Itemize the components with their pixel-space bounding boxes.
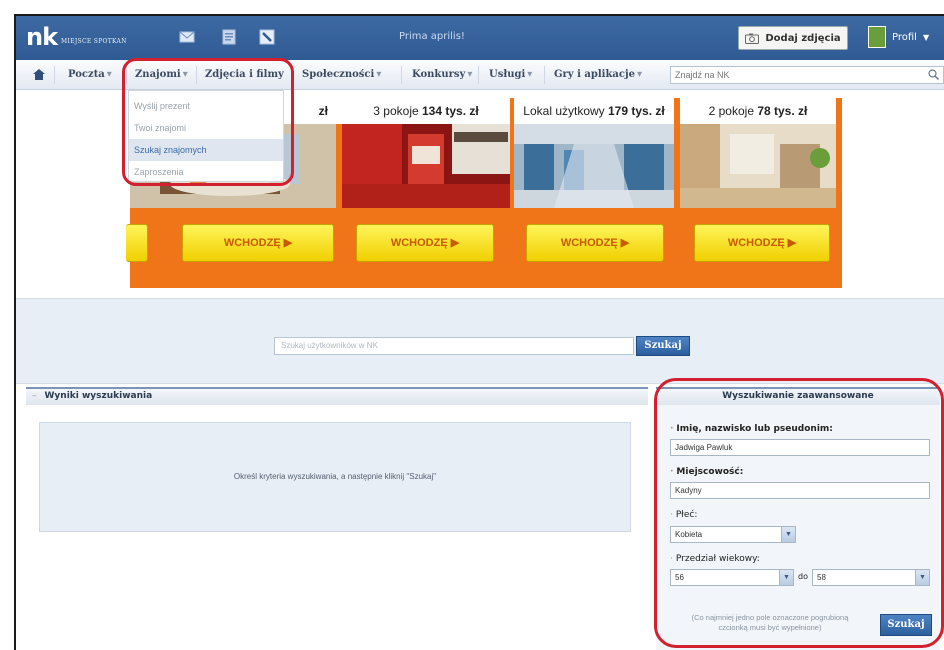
banner-title-2: Lokal użytkowy 179 tys. zł: [514, 98, 674, 124]
user-search-input[interactable]: Szukaj użytkowników w NK: [274, 337, 634, 355]
highlight-ring-menu: [122, 58, 294, 186]
logo-text: nk: [26, 23, 58, 51]
nav-label: Społeczności: [302, 69, 375, 80]
home-icon[interactable]: [33, 69, 45, 80]
nav-divider: [54, 66, 55, 84]
profile-menu[interactable]: Profil ▼: [868, 26, 929, 48]
nav-label: Gry i aplikacje: [554, 69, 635, 80]
collapse-icon[interactable]: –: [32, 391, 37, 401]
highlight-ring-advanced: [654, 378, 944, 648]
banner-enter-button-0[interactable]: [126, 224, 148, 262]
profile-label: Profil: [892, 31, 917, 43]
edit-icon[interactable]: [259, 29, 275, 45]
search-icon[interactable]: [928, 69, 939, 80]
announcement-text[interactable]: Prima aprilis!: [399, 31, 465, 42]
nav-divider: [401, 66, 402, 84]
nav-divider: [544, 66, 545, 84]
chevron-down-icon: ▾: [467, 69, 473, 80]
office-photo: [514, 124, 674, 208]
living-room-photo: [680, 124, 836, 208]
results-panel: – Wyniki wyszukiwania Określ kryteria wys…: [26, 387, 648, 650]
chevron-down-icon: ▾: [106, 69, 112, 80]
avatar: [868, 26, 886, 48]
banner-enter-button-2[interactable]: WCHODZĘ ▶: [526, 224, 664, 262]
nav-label: Konkursy: [412, 69, 466, 80]
chevron-down-icon: ▾: [527, 69, 533, 80]
red-kitchen-photo: [342, 124, 510, 208]
banner-title-1: 3 pokoje 134 tys. zł: [342, 98, 510, 124]
banner-enter-button-0[interactable]: WCHODZĘ ▶: [182, 224, 334, 262]
results-title: Wyniki wyszukiwania: [44, 391, 153, 401]
notes-icon[interactable]: [221, 29, 237, 45]
nav-spolecznosci[interactable]: Społeczności ▾: [302, 69, 381, 80]
banner-enter-button-1[interactable]: WCHODZĘ ▶: [356, 224, 494, 262]
nk-logo[interactable]: nk MIEJSCE SPOTKAŃ: [26, 25, 127, 49]
chevron-down-icon: ▼: [922, 32, 930, 42]
nav-poczta[interactable]: Poczta ▾: [68, 69, 112, 80]
nav-gry-i-aplikacje[interactable]: Gry i aplikacje ▾: [554, 69, 642, 80]
top-bar: nk MIEJSCE SPOTKAŃ Prima aprilis! Dodaj …: [16, 16, 944, 60]
results-header: – Wyniki wyszukiwania: [26, 387, 648, 405]
browser-frame: nk MIEJSCE SPOTKAŃ Prima aprilis! Dodaj …: [14, 14, 944, 650]
add-photos-button[interactable]: Dodaj zdjęcia: [738, 26, 848, 50]
nav-divider: [478, 66, 479, 84]
chevron-down-icon: ▾: [376, 69, 382, 80]
results-hint: Określ kryteria wyszukiwania, a następni…: [39, 422, 631, 532]
add-photos-label: Dodaj zdjęcia: [765, 32, 841, 44]
chevron-down-icon: ▾: [636, 69, 642, 80]
nk-search-input[interactable]: [671, 67, 921, 83]
nav-konkursy[interactable]: Konkursy ▾: [412, 69, 472, 80]
logo-tagline: MIEJSCE SPOTKAŃ: [61, 38, 127, 45]
nav-uslugi[interactable]: Usługi ▾: [489, 69, 532, 80]
banner-title-3: 2 pokoje 78 tys. zł: [680, 98, 836, 124]
user-search-band: Szukaj użytkowników w NK Szukaj: [16, 298, 944, 384]
user-search-button[interactable]: Szukaj: [636, 336, 690, 356]
nav-label: Poczta: [68, 69, 105, 80]
nav-label: Usługi: [489, 69, 526, 80]
banner-enter-button-3[interactable]: WCHODZĘ ▶: [694, 224, 830, 262]
camera-icon: [745, 33, 760, 44]
mail-icon[interactable]: [179, 29, 195, 45]
nk-search-box: [670, 66, 944, 84]
